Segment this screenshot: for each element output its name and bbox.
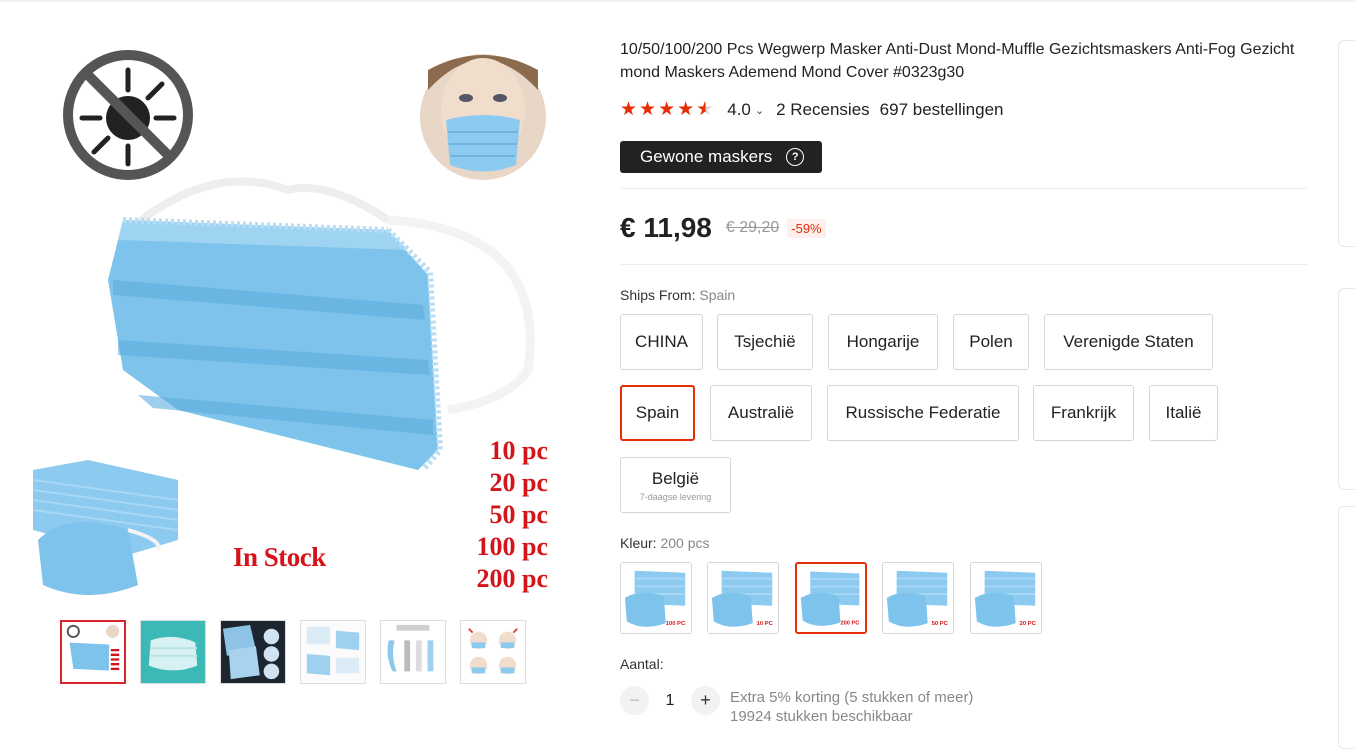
swatch-label: 100 PC (666, 621, 686, 627)
ship-option-frankrijk[interactable]: Frankrijk (1033, 385, 1134, 441)
main-product-image[interactable]: In Stock 10 pc 20 pc 50 pc 100 pc 200 pc (28, 40, 558, 610)
ship-option-tsjechie[interactable]: Tsjechië (717, 314, 813, 370)
current-price: € 11,98 (620, 212, 712, 243)
quantity-input[interactable]: 1 (649, 692, 691, 710)
side-panel[interactable] (1338, 40, 1355, 247)
ship-option-label: Polen (969, 332, 1013, 351)
ship-option-belgie[interactable]: België 7-daagse levering (620, 457, 731, 513)
thumbnail-strip (60, 620, 526, 684)
top-border (0, 0, 1355, 2)
quantity-info: Extra 5% korting (5 stukken of meer) 199… (730, 688, 973, 726)
swatch-label: 50 PC (932, 621, 949, 627)
swatch-label: 200 PC (840, 620, 859, 626)
ship-option-italie[interactable]: Italië (1149, 385, 1218, 441)
ship-option-label: Spain (635, 403, 680, 422)
thumbnail-main[interactable] (60, 620, 126, 684)
ship-option-label: Russische Federatie (845, 403, 1001, 422)
star-half-icon: ★ (696, 99, 714, 120)
color-swatch-200pc[interactable]: 200 PC (795, 562, 867, 634)
no-virus-icon (63, 50, 193, 180)
ship-option-label: Australië (727, 403, 795, 422)
original-price: € 29,20 (725, 219, 780, 236)
ships-from-label: Ships From: Spain (620, 287, 735, 303)
in-stock-label: In Stock (233, 542, 326, 572)
star-icon: ★ (620, 99, 638, 120)
price-row: € 11,98 € 29,20 -59% (620, 212, 826, 244)
ship-option-label: Verenigde Staten (1063, 332, 1194, 351)
product-title: 10/50/100/200 Pcs Wegwerp Masker Anti-Du… (620, 41, 1295, 81)
badge-label: Gewone maskers (640, 147, 773, 166)
pc-option: 50 pc (489, 500, 549, 529)
ship-option-australie[interactable]: Australië (710, 385, 812, 441)
discount-badge: -59% (787, 218, 826, 238)
bulk-discount-note: Extra 5% korting (5 stukken of meer) (730, 689, 974, 706)
quantity-stepper: − 1 + (620, 686, 720, 715)
ship-option-russische-federatie[interactable]: Russische Federatie (827, 385, 1019, 441)
orders-count: 697 bestellingen (879, 100, 1004, 119)
pc-option: 200 pc (476, 564, 549, 593)
swatch-label: 20 PC (1020, 621, 1037, 627)
thumbnail-teal[interactable] (140, 620, 206, 684)
swatch-label: 10 PC (757, 621, 774, 627)
color-swatch-50pc[interactable]: 50 PC (882, 562, 954, 634)
woman-with-mask-photo (420, 54, 546, 180)
stock-available: 19924 stukken beschikbaar (730, 708, 913, 725)
quantity-label: Aantal: (620, 656, 664, 672)
ship-option-china[interactable]: CHINA (620, 314, 703, 370)
quantity-increase-button[interactable]: + (691, 686, 720, 715)
quantity-decrease-button[interactable]: − (620, 686, 649, 715)
ship-option-label: Tsjechië (734, 332, 796, 351)
category-badge[interactable]: Gewone maskers ? (620, 141, 823, 173)
pc-option: 20 pc (489, 468, 549, 497)
color-title: Kleur: (620, 535, 657, 551)
rating-row: ★ ★ ★ ★ ★ 4.0 ⌄ 2 Recensies 697 bestelli… (620, 98, 1003, 122)
color-swatch-20pc[interactable]: 20 PC (970, 562, 1042, 634)
rating-value[interactable]: 4.0 (727, 100, 751, 120)
star-icon: ★ (677, 99, 695, 120)
ship-option-label: Hongarije (846, 332, 920, 351)
divider (620, 188, 1308, 189)
delivery-note: 7-daagse levering (639, 491, 712, 502)
star-rating: ★ ★ ★ ★ ★ (620, 100, 715, 120)
chevron-down-icon[interactable]: ⌄ (755, 104, 764, 117)
thumbnail-dark[interactable] (220, 620, 286, 684)
ship-option-label: CHINA (635, 332, 688, 351)
color-swatch-100pc[interactable]: 100 PC (620, 562, 692, 634)
blue-mask (108, 177, 535, 472)
ship-option-label: Italië (1165, 403, 1202, 422)
pc-option: 100 pc (476, 532, 549, 561)
divider (620, 264, 1308, 265)
color-swatch-10pc[interactable]: 10 PC (707, 562, 779, 634)
ship-option-verenigde-staten[interactable]: Verenigde Staten (1044, 314, 1213, 370)
ships-from-selected: Spain (699, 287, 736, 303)
star-icon: ★ (658, 99, 676, 120)
thumbnail-detail[interactable] (300, 620, 366, 684)
side-panel[interactable] (1338, 506, 1355, 749)
ships-from-title: Ships From: (620, 287, 696, 303)
thumbnail-how-to-wear[interactable] (460, 620, 526, 684)
pc-option: 10 pc (489, 436, 549, 465)
color-label: Kleur: 200 pcs (620, 535, 710, 551)
ship-option-spain[interactable]: Spain (620, 385, 695, 441)
ship-option-label: België (651, 468, 700, 488)
mask-stack (32, 460, 179, 595)
ship-option-hongarije[interactable]: Hongarije (828, 314, 938, 370)
thumbnail-3-layer[interactable] (380, 620, 446, 684)
color-selected: 200 pcs (660, 535, 710, 551)
ship-option-polen[interactable]: Polen (953, 314, 1029, 370)
star-icon: ★ (639, 99, 657, 120)
pc-options-list: 10 pc 20 pc 50 pc 100 pc 200 pc (468, 435, 549, 595)
reviews-link[interactable]: 2 Recensies (776, 100, 870, 120)
ship-option-label: Frankrijk (1050, 403, 1117, 422)
side-panel[interactable] (1338, 288, 1355, 490)
question-circle-icon[interactable]: ? (786, 148, 805, 166)
